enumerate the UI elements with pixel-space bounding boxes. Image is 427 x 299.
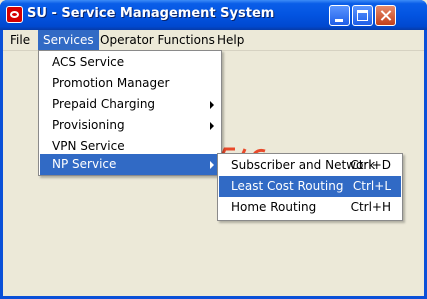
submenu-arrow-icon: [210, 101, 214, 109]
minimize-button[interactable]: [329, 5, 350, 26]
menu-item-label: NP Service: [52, 157, 117, 171]
menu-item-prepaid-charging[interactable]: Prepaid Charging: [40, 94, 220, 115]
menu-item-label: Prepaid Charging: [52, 97, 156, 111]
menu-item-label: ACS Service: [52, 55, 125, 69]
np-service-submenu: Subscriber and Network Ctrl+D Least Cost…: [217, 153, 403, 221]
menu-item-label: Promotion Manager: [52, 76, 170, 90]
maximize-button[interactable]: [352, 5, 373, 26]
shortcut-label: Ctrl+H: [350, 200, 391, 214]
menu-item-label: Provisioning: [52, 118, 125, 132]
submenu-arrow-icon: [210, 161, 214, 169]
menu-item-promotion-manager[interactable]: Promotion Manager: [40, 73, 220, 94]
menu-item-least-cost-routing[interactable]: Least Cost Routing Ctrl+L: [219, 176, 401, 197]
menu-item-label: Least Cost Routing: [231, 179, 344, 193]
menu-bar: File Services Operator Functions Help: [3, 30, 424, 51]
title-bar[interactable]: SU - Service Management System: [0, 0, 427, 30]
shortcut-label: Ctrl+D: [350, 158, 391, 172]
services-menu: ACS Service Promotion Manager Prepaid Ch…: [38, 50, 222, 176]
oracle-app-icon[interactable]: [6, 6, 23, 23]
shortcut-label: Ctrl+L: [352, 179, 391, 193]
menu-item-subscriber-and-network[interactable]: Subscriber and Network Ctrl+D: [219, 155, 401, 176]
menu-item-home-routing[interactable]: Home Routing Ctrl+H: [219, 197, 401, 218]
menu-item-np-service[interactable]: NP Service: [40, 154, 220, 175]
menu-operator-functions[interactable]: Operator Functions: [95, 30, 220, 50]
menu-item-acs-service[interactable]: ACS Service: [40, 52, 220, 73]
menu-help[interactable]: Help: [212, 30, 249, 50]
menu-item-provisioning[interactable]: Provisioning: [40, 115, 220, 136]
submenu-arrow-icon: [210, 122, 214, 130]
menu-file[interactable]: File: [5, 30, 35, 50]
menu-services[interactable]: Services: [38, 30, 99, 50]
close-button[interactable]: [375, 5, 396, 26]
menu-item-label: Home Routing: [231, 200, 317, 214]
window-title: SU - Service Management System: [27, 6, 275, 21]
